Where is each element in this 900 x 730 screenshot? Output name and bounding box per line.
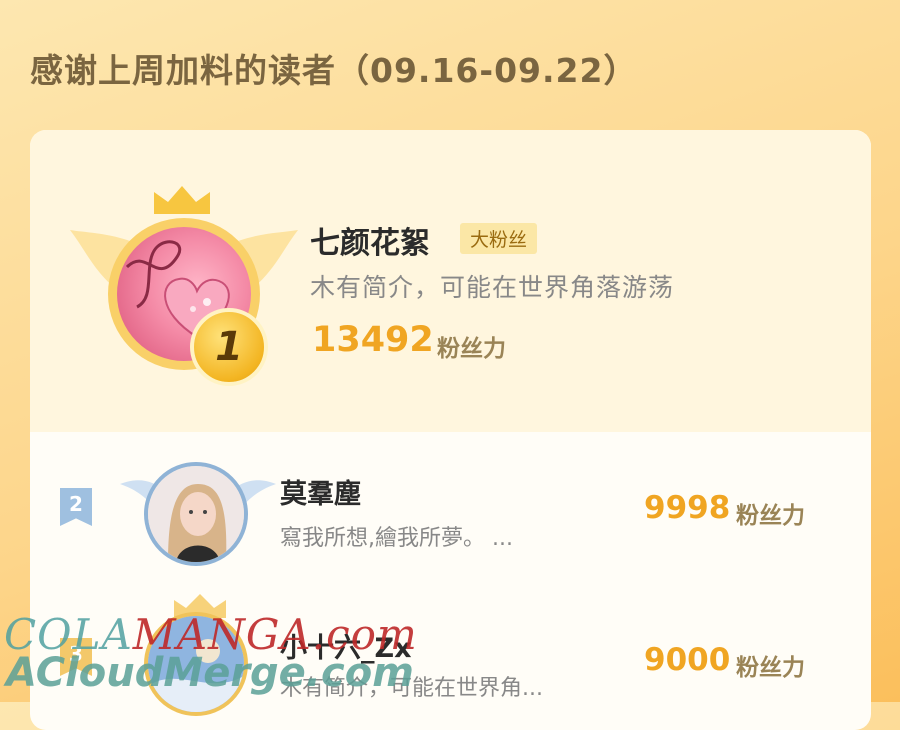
rank-flag: 2 — [60, 488, 92, 526]
reader-name[interactable]: 莫羣塵 — [280, 472, 361, 511]
reader-fans: 9000 — [644, 642, 731, 678]
fans-label: 粉丝力 — [736, 655, 805, 681]
crown-icon — [154, 186, 210, 214]
top-reader-name[interactable]: 七颜花絮 — [310, 218, 430, 262]
watermark-text: ACloudMerge.com — [6, 650, 414, 696]
reader-bio: 寫我所想,繪我所夢。 ... — [280, 526, 513, 551]
avatar[interactable] — [144, 462, 248, 566]
reader-fans: 9998 — [644, 490, 731, 526]
list-item[interactable]: 2 莫羣塵 寫我所想,繪我所夢。 ... 9998 粉丝力 — [30, 432, 871, 582]
fans-label: 粉丝力 — [437, 336, 506, 362]
avatar-image — [148, 466, 244, 562]
medal-icon: 1 — [190, 308, 268, 386]
top-reader-section[interactable]: 1 七颜花絮 大粉丝 木有简介，可能在世界角落游荡 13492 粉丝力 — [30, 130, 871, 432]
top-reader-fans: 13492 — [312, 320, 434, 360]
top-reader-bio: 木有简介，可能在世界角落游荡 — [310, 273, 675, 302]
fan-badge: 大粉丝 — [460, 223, 538, 254]
fans-label: 粉丝力 — [736, 503, 805, 529]
page-title: 感谢上周加料的读者（09.16-09.22） — [30, 51, 638, 90]
